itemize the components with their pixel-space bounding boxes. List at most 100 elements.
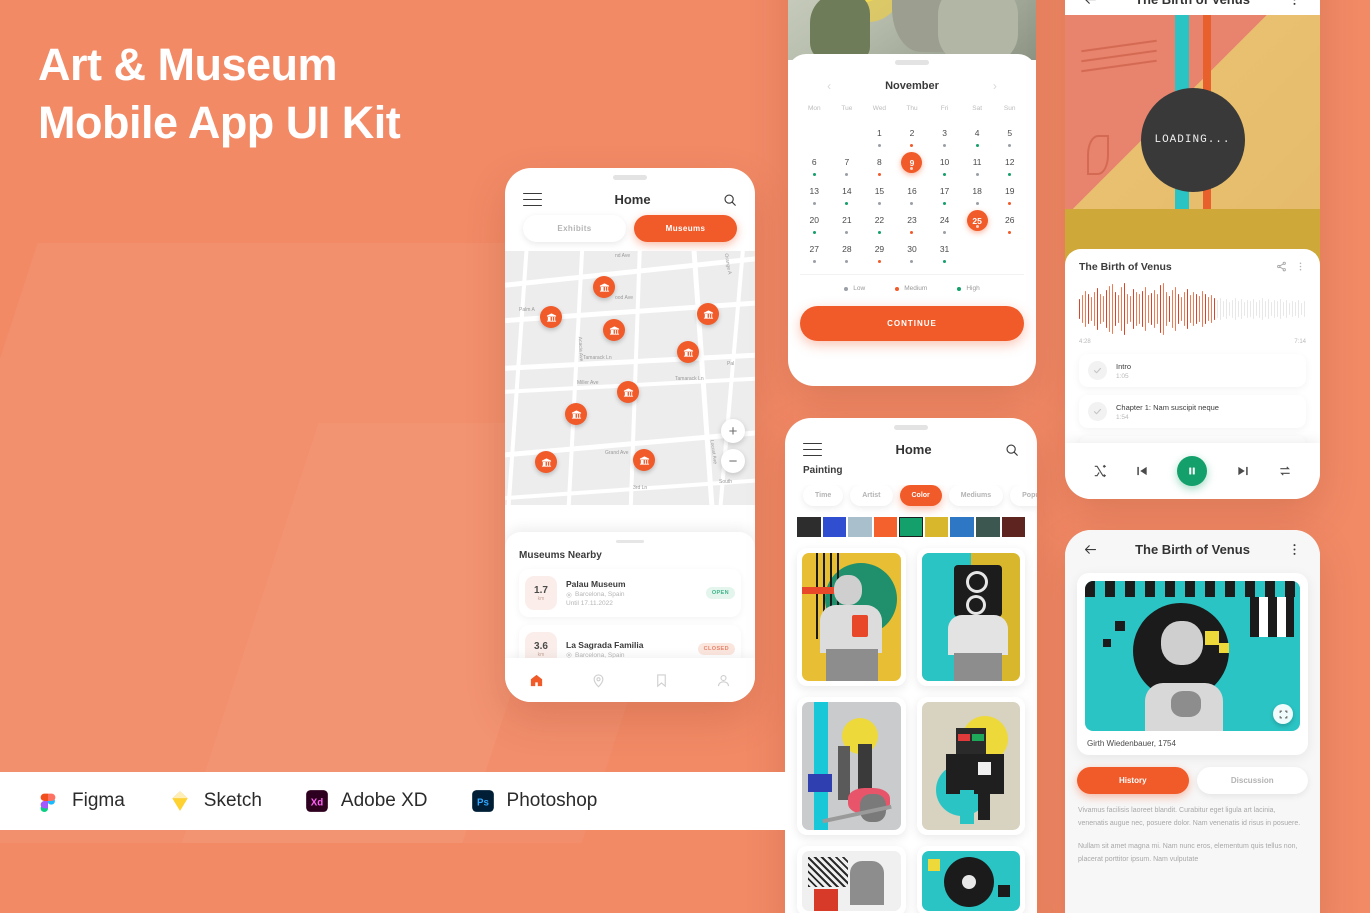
calendar-day-cell[interactable]: 23 bbox=[896, 210, 929, 239]
sheet-drag-handle[interactable] bbox=[616, 540, 644, 543]
artwork-card[interactable] bbox=[797, 846, 906, 913]
filter-chip-color[interactable]: Color bbox=[899, 485, 942, 506]
calendar-day-cell[interactable]: 24 bbox=[928, 210, 961, 239]
museum-marker[interactable] bbox=[697, 303, 719, 325]
artwork-image[interactable] bbox=[1085, 581, 1300, 731]
museum-marker[interactable] bbox=[633, 449, 655, 471]
bookmark-icon[interactable] bbox=[654, 673, 669, 688]
color-swatch[interactable] bbox=[950, 517, 974, 537]
color-swatch[interactable] bbox=[873, 517, 898, 537]
filter-chip-time[interactable]: Time bbox=[803, 485, 844, 506]
previous-icon[interactable] bbox=[1135, 464, 1149, 478]
tab-museums[interactable]: Museums bbox=[634, 215, 737, 242]
calendar-day-cell[interactable]: 27 bbox=[798, 239, 831, 268]
calendar-day-cell[interactable]: 13 bbox=[798, 181, 831, 210]
hamburger-icon[interactable] bbox=[803, 442, 822, 457]
expand-icon[interactable] bbox=[1273, 704, 1293, 724]
tab-discussion[interactable]: Discussion bbox=[1196, 767, 1308, 794]
waveform-bar bbox=[1301, 303, 1303, 315]
repeat-icon[interactable] bbox=[1278, 464, 1292, 478]
calendar-day-cell[interactable]: 1 bbox=[863, 123, 896, 152]
calendar-day-cell[interactable]: 15 bbox=[863, 181, 896, 210]
color-swatch[interactable] bbox=[975, 517, 1000, 537]
calendar-day-cell[interactable]: 14 bbox=[831, 181, 864, 210]
filter-chip-mediums[interactable]: Mediums bbox=[948, 485, 1004, 506]
back-arrow-icon[interactable] bbox=[1083, 0, 1098, 7]
color-swatch[interactable] bbox=[899, 517, 923, 537]
calendar-day-cell[interactable]: 2 bbox=[896, 123, 929, 152]
pause-icon[interactable] bbox=[1177, 456, 1208, 486]
calendar-day-cell[interactable]: 9 bbox=[896, 152, 929, 181]
artwork-card[interactable] bbox=[916, 697, 1025, 835]
share-icon[interactable] bbox=[1276, 261, 1287, 272]
artwork-card[interactable] bbox=[797, 697, 906, 835]
search-icon[interactable] bbox=[723, 193, 737, 207]
calendar-day-cell[interactable]: 3 bbox=[928, 123, 961, 152]
shuffle-icon[interactable] bbox=[1093, 464, 1107, 478]
map-canvas[interactable]: Palm A Acacia Ave Tamarack Ln Miller Ave… bbox=[505, 251, 755, 505]
map-zoom-out-button[interactable]: − bbox=[721, 449, 745, 473]
filter-chip-artist[interactable]: Artist bbox=[850, 485, 893, 506]
color-swatch[interactable] bbox=[924, 517, 949, 537]
calendar-day-cell[interactable]: 12 bbox=[993, 152, 1026, 181]
chapter-item[interactable]: Intro 1:05 bbox=[1079, 354, 1306, 387]
calendar-day-cell[interactable]: 18 bbox=[961, 181, 994, 210]
artwork-card[interactable] bbox=[916, 846, 1025, 913]
calendar-activity-dot bbox=[812, 260, 816, 263]
calendar-day-cell[interactable]: 5 bbox=[993, 123, 1026, 152]
calendar-day-cell[interactable]: 26 bbox=[993, 210, 1026, 239]
color-swatch[interactable] bbox=[797, 517, 821, 537]
color-swatch[interactable] bbox=[1001, 517, 1026, 537]
filter-chip-popular[interactable]: Popular bbox=[1010, 485, 1037, 506]
map-zoom-in-button[interactable]: + bbox=[721, 419, 745, 443]
location-pin-icon[interactable] bbox=[591, 673, 606, 688]
calendar-day-cell[interactable]: 29 bbox=[863, 239, 896, 268]
profile-icon[interactable] bbox=[716, 673, 731, 688]
calendar-day-cell[interactable]: 16 bbox=[896, 181, 929, 210]
calendar-day-cell[interactable]: 8 bbox=[863, 152, 896, 181]
calendar-day-cell[interactable]: 19 bbox=[993, 181, 1026, 210]
phone-player-screen: The Birth of Venus LOADING... The Birth … bbox=[1065, 0, 1320, 499]
museum-marker[interactable] bbox=[540, 306, 562, 328]
chapter-item[interactable]: Chapter 1: Nam suscipit neque 1:54 bbox=[1079, 395, 1306, 428]
artwork-card[interactable] bbox=[916, 548, 1025, 686]
calendar-day-cell[interactable]: 11 bbox=[961, 152, 994, 181]
more-vertical-icon[interactable] bbox=[1295, 261, 1306, 272]
home-icon[interactable] bbox=[529, 673, 544, 688]
museum-list-item[interactable]: 1.7 km Palau Museum Barcelona, Spain Unt… bbox=[519, 569, 741, 617]
artwork-card[interactable] bbox=[797, 548, 906, 686]
back-arrow-icon[interactable] bbox=[1083, 542, 1098, 557]
museum-marker[interactable] bbox=[603, 319, 625, 341]
calendar-day-cell[interactable]: 10 bbox=[928, 152, 961, 181]
search-icon[interactable] bbox=[1005, 443, 1019, 457]
chevron-right-icon[interactable]: › bbox=[993, 79, 997, 93]
color-swatch[interactable] bbox=[848, 517, 872, 537]
calendar-activity-dot bbox=[812, 202, 816, 205]
continue-button[interactable]: CONTINUE bbox=[800, 306, 1024, 341]
more-vertical-icon[interactable] bbox=[1287, 542, 1302, 557]
museum-marker[interactable] bbox=[535, 451, 557, 473]
audio-waveform[interactable] bbox=[1079, 283, 1306, 335]
tab-exhibits[interactable]: Exhibits bbox=[523, 215, 626, 242]
museum-marker[interactable] bbox=[677, 341, 699, 363]
calendar-day-cell[interactable]: 22 bbox=[863, 210, 896, 239]
tab-history[interactable]: History bbox=[1077, 767, 1189, 794]
calendar-day-cell[interactable]: 21 bbox=[831, 210, 864, 239]
calendar-day-cell[interactable]: 30 bbox=[896, 239, 929, 268]
calendar-day-cell[interactable]: 17 bbox=[928, 181, 961, 210]
chevron-left-icon[interactable]: ‹ bbox=[827, 79, 831, 93]
museum-marker[interactable] bbox=[617, 381, 639, 403]
calendar-day-cell[interactable]: 31 bbox=[928, 239, 961, 268]
more-vertical-icon[interactable] bbox=[1287, 0, 1302, 7]
calendar-day-cell[interactable]: 4 bbox=[961, 123, 994, 152]
calendar-day-cell[interactable]: 25 bbox=[961, 210, 994, 239]
color-swatch[interactable] bbox=[822, 517, 847, 537]
calendar-day-cell[interactable]: 7 bbox=[831, 152, 864, 181]
hamburger-icon[interactable] bbox=[523, 192, 542, 207]
calendar-day-cell[interactable]: 6 bbox=[798, 152, 831, 181]
next-icon[interactable] bbox=[1236, 464, 1250, 478]
calendar-day-cell[interactable]: 28 bbox=[831, 239, 864, 268]
calendar-day-cell[interactable]: 20 bbox=[798, 210, 831, 239]
museum-marker[interactable] bbox=[565, 403, 587, 425]
museum-marker[interactable] bbox=[593, 276, 615, 298]
